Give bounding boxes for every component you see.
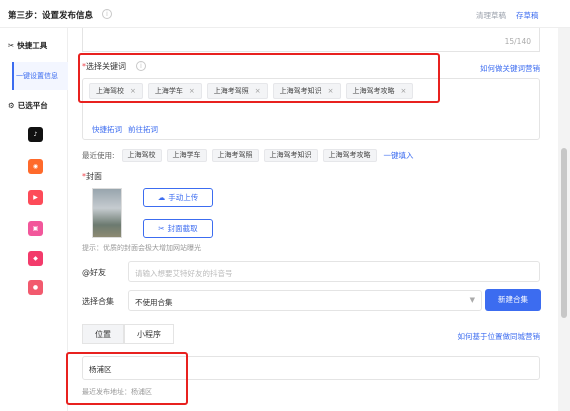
keyword-tag: 上海驾校 × [89,83,143,99]
recent-label: 最近使用: [82,150,115,160]
selected-platforms-heading: ⚙ 已选平台 [8,101,48,110]
weishi-icon[interactable]: ● [28,280,43,295]
quick-expand-link[interactable]: 快捷拓词 [92,125,122,134]
friends-placeholder: 请输入想要艾特好友的抖音号 [135,269,233,278]
recent-keywords-row: 最近使用: 上海驾校 上海学车 上海考驾照 上海驾考知识 上海驾考攻略 一键填入 [82,148,414,162]
tab-location[interactable]: 位置 [82,324,124,344]
collection-value: 不使用合集 [135,298,173,307]
upload-cloud-icon: ☁ [157,193,166,202]
close-icon[interactable]: × [401,87,407,95]
info-icon[interactable]: i [136,61,146,71]
location-marketing-help-link[interactable]: 如何基于位置做同城营销 [458,331,541,342]
collection-label: 选择合集 [82,297,114,306]
title-textarea[interactable]: 15/140 [82,28,540,52]
recent-keyword-tag[interactable]: 上海驾考知识 [263,148,318,162]
location-input[interactable]: 杨浦区 [82,356,540,380]
recent-keyword-tag[interactable]: 上海驾校 [121,148,162,162]
quick-tools-heading: ✂ 快捷工具 [8,41,48,50]
scissors-icon: ✂ [8,41,15,50]
close-icon[interactable]: × [130,87,136,95]
recent-keyword-tag[interactable]: 上海学车 [166,148,207,162]
cover-thumbnail[interactable] [92,188,122,238]
cover-capture-button[interactable]: ✂ 封面截取 [143,219,213,238]
scissors-icon: ✂ [158,224,165,233]
keyword-marketing-help-link[interactable]: 如何做关键词营销 [480,63,540,74]
scrollbar-thumb[interactable] [561,148,567,318]
location-tabs: 位置 小程序 [82,324,174,344]
step-title: 第三步：设置发布信息 [8,11,94,21]
close-icon[interactable]: × [255,87,261,95]
keywords-label: *选择关键词 [82,62,126,71]
go-expand-link[interactable]: 前往拓词 [128,125,158,134]
manual-upload-button[interactable]: ☁ 手动上传 [143,188,213,207]
keyword-tag: 上海学车 × [147,83,202,99]
new-collection-button[interactable]: 新建合集 [485,289,541,311]
collection-select[interactable]: 不使用合集 ▼ [128,290,482,311]
keyword-tag: 上海驾考知识 × [272,83,341,99]
tab-mini-program[interactable]: 小程序 [124,324,174,344]
clear-draft-link[interactable]: 清理草稿 [476,10,506,21]
recent-keyword-tag[interactable]: 上海驾考攻略 [322,148,377,162]
close-icon[interactable]: × [328,87,334,95]
keyword-tag: 上海考驾照 × [206,83,268,99]
close-icon[interactable]: × [189,87,195,95]
sidebar: ✂ 快捷工具 一键设置信息 ⚙ 已选平台 ♪ ◉ ▶ ▣ ◆ ● [0,28,68,411]
chevron-down-icon: ▼ [469,296,475,304]
recent-address: 最近发布地址：杨浦区 [82,388,152,396]
cover-label: *封面 [82,172,102,181]
fill-all-link[interactable]: 一键填入 [384,150,414,161]
cover-tip: 提示：优质的封面会极大增加网站曝光 [82,244,201,252]
save-draft-link[interactable]: 存草稿 [516,10,539,21]
info-icon[interactable]: i [102,9,112,19]
kuaishou-icon[interactable]: ◉ [28,159,43,174]
keyword-tag: 上海驾考攻略 × [345,83,414,99]
location-value: 杨浦区 [89,365,112,374]
gear-icon: ⚙ [8,101,15,110]
sidebar-item-label: 一键设置信息 [16,72,58,80]
recent-keyword-tag[interactable]: 上海考驾照 [211,148,259,162]
keywords-section: *选择关键词 i 如何做关键词营销 上海驾校 × 上海学车 × 上海考驾照 × 上海驾… [82,56,540,144]
char-count: 15/140 [504,37,531,46]
meipai-icon[interactable]: ◆ [28,251,43,266]
friends-label: @好友 [82,268,106,277]
sidebar-item-one-click-setup[interactable]: 一键设置信息 [12,62,68,90]
friends-input[interactable]: 请输入想要艾特好友的抖音号 [128,261,540,282]
top-bar: 第三步：设置发布信息 i 清理草稿 存草稿 [0,0,570,28]
xigua-icon[interactable]: ▶ [28,190,43,205]
tiktok-icon[interactable]: ♪ [28,127,43,142]
bilibili-icon[interactable]: ▣ [28,221,43,236]
